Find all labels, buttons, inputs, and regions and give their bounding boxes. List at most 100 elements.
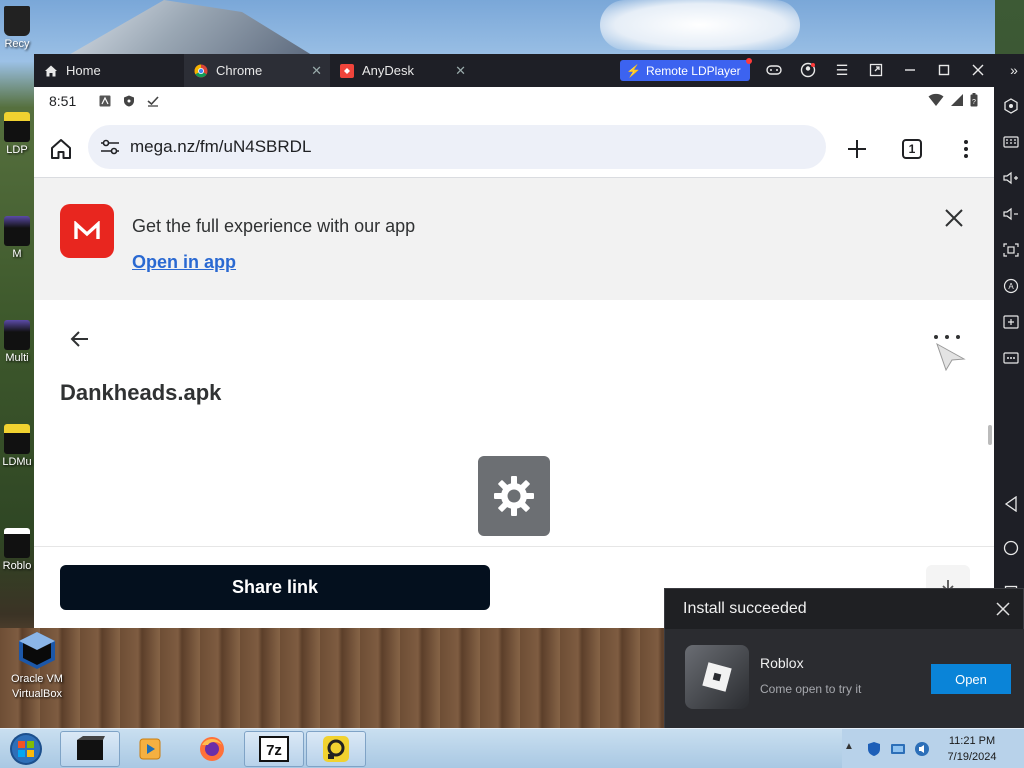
desktop-icon-ldmulti[interactable]: LDMu bbox=[0, 424, 34, 468]
open-app-button[interactable]: Open bbox=[931, 664, 1011, 694]
tab-switcher-button[interactable]: 1 bbox=[902, 139, 922, 159]
scrollbar-thumb[interactable] bbox=[988, 425, 992, 445]
svg-text:7z: 7z bbox=[266, 742, 282, 759]
close-window-icon[interactable] bbox=[968, 60, 988, 80]
battery-icon: ? bbox=[970, 93, 978, 107]
tray-expand-icon[interactable]: ▲ bbox=[844, 741, 860, 757]
url-bar[interactable]: mega.nz/fm/uN4SBRDL bbox=[88, 125, 826, 169]
close-tab-icon[interactable]: ✕ bbox=[311, 63, 322, 79]
screenshot-icon[interactable] bbox=[1002, 241, 1020, 259]
taskbar-ldplayer[interactable] bbox=[306, 731, 366, 767]
share-link-button[interactable]: Share link bbox=[60, 565, 490, 610]
notification-dot bbox=[746, 58, 752, 64]
multi-instance-icon bbox=[4, 320, 30, 350]
notification-body: Roblox Come open to try it Open bbox=[665, 629, 1024, 729]
start-button[interactable] bbox=[6, 731, 46, 767]
firefox-icon bbox=[200, 737, 224, 761]
close-tab-icon[interactable]: ✕ bbox=[455, 63, 466, 79]
shield-icon bbox=[122, 94, 136, 108]
tray-volume-icon[interactable] bbox=[914, 741, 930, 757]
anydesk-icon bbox=[340, 63, 354, 78]
roblox-logo-icon bbox=[685, 645, 749, 709]
android-screen: 8:51 ? mega.nz/fm/uN4SBRDL 1 Get the ful… bbox=[34, 87, 994, 628]
ldplayer-icon bbox=[323, 736, 349, 762]
plus-icon bbox=[848, 140, 866, 158]
remote-ldplayer-button[interactable]: ⚡ Remote LDPlayer bbox=[620, 58, 752, 81]
new-tab-button[interactable] bbox=[844, 136, 870, 162]
tray-shield-icon[interactable] bbox=[866, 741, 882, 757]
banner-close-icon[interactable] bbox=[942, 206, 966, 230]
android-status-bar: 8:51 ? bbox=[34, 87, 994, 115]
status-right-icons: ? bbox=[928, 93, 978, 107]
app-icon bbox=[4, 216, 30, 246]
volume-up-icon[interactable] bbox=[1002, 169, 1020, 187]
browser-home-button[interactable] bbox=[48, 136, 74, 162]
gear-icon bbox=[494, 476, 534, 516]
keyboard-icon[interactable] bbox=[1002, 133, 1020, 151]
notification-close-icon[interactable] bbox=[995, 601, 1011, 617]
settings-hex-icon[interactable] bbox=[1002, 97, 1020, 115]
wallpaper-mountain bbox=[60, 0, 320, 60]
svg-text:?: ? bbox=[972, 99, 976, 106]
desktop-icon-m[interactable]: M bbox=[0, 216, 34, 260]
7zip-icon: 7z bbox=[259, 736, 289, 762]
clock-time: 11:21 PM bbox=[948, 735, 996, 747]
chrome-icon bbox=[194, 64, 208, 78]
restore-sidebar-icon[interactable] bbox=[866, 60, 886, 80]
taskbar-media-player[interactable] bbox=[120, 731, 180, 767]
tab-chrome[interactable]: Chrome ✕ bbox=[184, 54, 330, 87]
download-done-icon bbox=[146, 94, 160, 108]
notification-title: Install succeeded bbox=[683, 600, 807, 617]
account-icon[interactable] bbox=[798, 60, 818, 80]
collapse-sidebar-icon[interactable]: » bbox=[1004, 60, 1024, 80]
desktop-icon-virtualbox[interactable]: Oracle VM VirtualBox bbox=[4, 630, 70, 702]
tab-anydesk[interactable]: AnyDesk ✕ bbox=[330, 54, 474, 87]
ldplayer-icon bbox=[4, 112, 30, 142]
macro-icon[interactable]: A bbox=[1002, 277, 1020, 295]
minimize-icon[interactable] bbox=[900, 60, 920, 80]
browser-menu-button[interactable] bbox=[958, 136, 974, 162]
open-in-app-link[interactable]: Open in app bbox=[132, 252, 236, 273]
mouse-cursor-icon bbox=[936, 342, 966, 372]
more-options-icon[interactable] bbox=[1002, 349, 1020, 367]
notification-app-name: Roblox bbox=[760, 655, 804, 671]
add-apk-icon[interactable] bbox=[1002, 313, 1020, 331]
file-more-options-icon[interactable] bbox=[934, 335, 960, 343]
install-notification: Install succeeded Roblox Come open to tr… bbox=[664, 588, 1024, 729]
volume-down-icon[interactable] bbox=[1002, 205, 1020, 223]
tab-home[interactable]: Home bbox=[34, 54, 184, 87]
taskbar-7zip[interactable]: 7z bbox=[244, 731, 304, 767]
status-time: 8:51 bbox=[49, 93, 77, 109]
vm-window-icon bbox=[77, 736, 105, 760]
back-arrow-icon[interactable] bbox=[68, 327, 92, 351]
chrome-toolbar: mega.nz/fm/uN4SBRDL 1 bbox=[34, 121, 994, 177]
menu-icon[interactable]: ☰ bbox=[832, 60, 852, 80]
desktop-icon-roblox[interactable]: Roblo bbox=[0, 528, 34, 572]
svg-text:A: A bbox=[1008, 282, 1014, 291]
ldplayer-titlebar: Home Chrome ✕ AnyDesk ✕ ⚡ Remote LDPlaye… bbox=[34, 54, 1024, 87]
banner-text: Get the full experience with our app bbox=[132, 216, 416, 236]
app-notification-icon bbox=[98, 94, 112, 108]
file-name: Dankheads.apk bbox=[60, 380, 222, 405]
gamepad-icon[interactable] bbox=[764, 60, 784, 80]
home-nav-icon[interactable] bbox=[1002, 539, 1020, 557]
signal-icon bbox=[951, 94, 963, 106]
taskbar-virtualbox-vm[interactable] bbox=[60, 731, 120, 767]
tray-network-icon[interactable] bbox=[890, 741, 906, 757]
taskbar-clock[interactable]: 11:21 PM 7/19/2024 bbox=[930, 733, 1014, 765]
ldplayer-window: Home Chrome ✕ AnyDesk ✕ ⚡ Remote LDPlaye… bbox=[34, 54, 1024, 628]
desktop-icon-recycle-bin[interactable]: Recy bbox=[0, 6, 34, 50]
taskbar-firefox[interactable] bbox=[182, 731, 242, 767]
site-settings-icon[interactable] bbox=[100, 139, 122, 155]
desktop-icon-multi[interactable]: Multi bbox=[0, 320, 34, 364]
ldmulti-icon bbox=[4, 424, 30, 454]
recycle-bin-icon bbox=[4, 6, 30, 36]
desktop-icon-ldplayer[interactable]: LDP bbox=[0, 112, 34, 156]
maximize-icon[interactable] bbox=[934, 60, 954, 80]
windows-logo-icon bbox=[10, 733, 42, 765]
back-nav-icon[interactable] bbox=[1002, 495, 1020, 513]
home-icon bbox=[51, 139, 71, 159]
virtualbox-icon bbox=[17, 630, 57, 670]
lightning-icon: ⚡ bbox=[626, 63, 641, 78]
clock-date: 7/19/2024 bbox=[947, 751, 997, 763]
